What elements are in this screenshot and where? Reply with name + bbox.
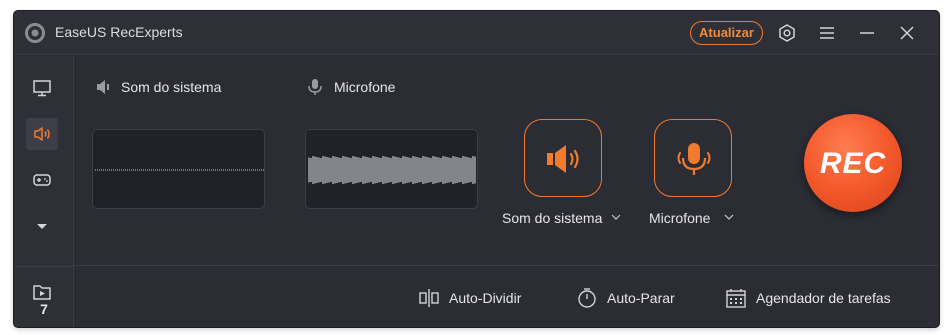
auto-stop-label: Auto-Parar [607,290,675,306]
record-button[interactable]: REC [804,114,902,212]
chevron-down-icon[interactable] [611,212,621,222]
app-window: EaseUS RecExperts Atualizar 7 Som do sis… [14,11,939,327]
microphone-icon [677,143,711,175]
split-icon [419,289,439,307]
bottom-divider [74,265,939,266]
record-button-label: REC [819,147,887,180]
more-modes-button[interactable] [26,210,58,242]
microphone-toggle-button[interactable] [654,119,732,197]
app-title: EaseUS RecExperts [55,24,183,40]
update-button[interactable]: Atualizar [690,21,763,45]
minimize-icon[interactable] [857,23,877,43]
gamepad-icon [33,174,51,186]
video-folder-icon [33,285,51,300]
system-sound-waveform [92,129,265,209]
settings-icon[interactable] [777,23,797,43]
menu-icon[interactable] [817,23,837,43]
system-sound-speaker-icon [97,80,109,94]
speaker-icon [547,145,579,173]
chevron-down-icon[interactable] [724,212,734,222]
microphone-label: Microfone [334,79,396,95]
system-sound-source-label[interactable]: Som do sistema [502,210,602,226]
microphone-source-label[interactable]: Microfone [649,210,710,226]
mode-sidebar: 7 [14,56,74,327]
app-logo-icon [25,23,45,43]
auto-split-label: Auto-Dividir [449,290,522,306]
title-bar: EaseUS RecExperts Atualizar [14,11,939,55]
task-scheduler-label: Agendador de tarefas [756,290,891,306]
speaker-icon [34,127,50,141]
calendar-icon [726,289,746,308]
close-icon[interactable] [897,23,917,43]
recordings-count: 7 [40,301,48,317]
system-sound-label: Som do sistema [121,79,222,95]
game-mode-button[interactable] [26,164,58,196]
sidebar-divider [14,266,74,267]
stopwatch-icon [578,288,596,308]
microphone-section-icon [308,79,322,95]
microphone-waveform [305,129,478,209]
audio-mode-button[interactable] [26,118,58,150]
screen-mode-button[interactable] [26,72,58,104]
caret-down-icon [37,224,47,229]
monitor-icon [33,80,51,97]
system-sound-toggle-button[interactable] [524,119,602,197]
